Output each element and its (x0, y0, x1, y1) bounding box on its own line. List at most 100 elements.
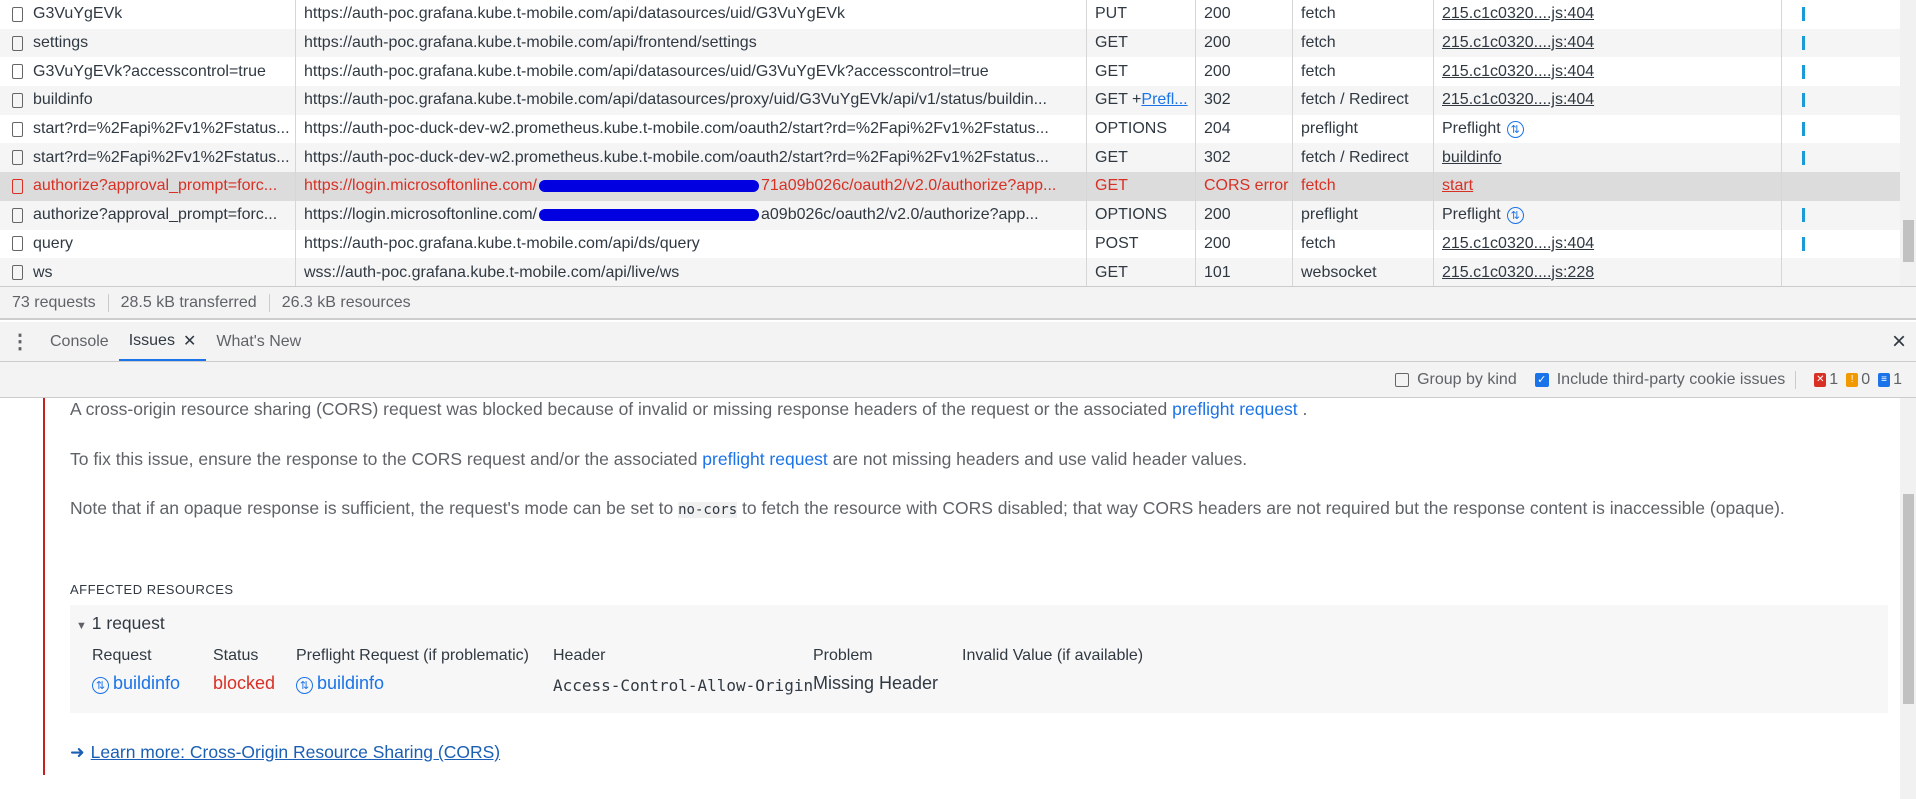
request-status: 200 (1196, 200, 1293, 230)
request-icon (12, 6, 23, 22)
requests-toggle[interactable]: ▼ 1 request (76, 613, 165, 634)
issues-toolbar: Group by kind ✓ Include third-party cook… (0, 362, 1916, 398)
request-icon (12, 207, 23, 223)
request-name[interactable]: start?rd=%2Fapi%2Fv1%2Fstatus... (0, 114, 296, 144)
request-name[interactable]: authorize?approval_prompt=forc... (0, 200, 296, 230)
network-row[interactable]: start?rd=%2Fapi%2Fv1%2Fstatus... https:/… (0, 143, 1900, 173)
network-row[interactable]: buildinfo https://auth-poc.grafana.kube.… (0, 86, 1900, 115)
waterfall-bar (1802, 93, 1805, 108)
col-status: Status (213, 647, 259, 664)
request-url: https://auth-poc.grafana.kube.t-mobile.c… (296, 57, 1087, 87)
network-scrollbar[interactable] (1900, 0, 1916, 286)
request-name[interactable]: G3VuYgEVk?accesscontrol=true (0, 57, 296, 87)
tab-issues[interactable]: Issues ✕ (118, 322, 207, 361)
waterfall-bar (1802, 236, 1805, 251)
network-row[interactable]: authorize?approval_prompt=forc... https:… (0, 200, 1900, 230)
request-icon (12, 150, 23, 166)
request-initiator: 215.c1c0320....js:404 (1434, 0, 1782, 29)
network-row[interactable]: query https://auth-poc.grafana.kube.t-mo… (0, 229, 1900, 259)
request-type: websocket (1293, 258, 1434, 287)
drawer-menu-icon[interactable]: ⋮ (0, 322, 40, 361)
request-method: PUT (1087, 0, 1196, 29)
request-initiator: start (1434, 172, 1782, 201)
preflight-request-link[interactable]: preflight request (702, 449, 828, 469)
warning-count: 0 (1861, 370, 1871, 388)
request-status: 200 (1196, 229, 1293, 259)
request-type: preflight (1293, 114, 1434, 144)
request-status: CORS error (1196, 172, 1293, 201)
group-by-kind-checkbox[interactable] (1395, 372, 1410, 387)
issues-scrollbar[interactable] (1900, 398, 1916, 799)
request-method: GET + Prefl... (1087, 86, 1196, 115)
initiator-link[interactable]: 215.c1c0320....js:228 (1442, 264, 1594, 282)
request-name[interactable]: settings (0, 28, 296, 58)
initiator-link[interactable]: 215.c1c0320....js:404 (1442, 91, 1594, 109)
close-drawer-icon[interactable]: × (1882, 322, 1916, 361)
request-type: fetch (1293, 229, 1434, 259)
initiator-link[interactable]: buildinfo (1442, 149, 1502, 167)
request-method: GET (1087, 172, 1196, 201)
tab-whats-new[interactable]: What's New (206, 322, 311, 361)
request-url: https://auth-poc.grafana.kube.t-mobile.c… (296, 86, 1087, 115)
network-row[interactable]: authorize?approval_prompt=forc... https:… (0, 172, 1900, 201)
col-preflight: Preflight Request (if problematic) (296, 647, 529, 664)
network-row[interactable]: start?rd=%2Fapi%2Fv1%2Fstatus... https:/… (0, 114, 1900, 144)
request-initiator: Preflight ⇅ (1434, 114, 1782, 144)
close-tab-icon[interactable]: ✕ (183, 331, 196, 351)
problem-value: Missing Header (813, 673, 939, 693)
issue-error-border (43, 398, 45, 775)
learn-more-link[interactable]: ➜ Learn more: Cross-Origin Resource Shari… (70, 742, 500, 763)
request-status: 200 (1196, 28, 1293, 58)
network-row[interactable]: ws wss://auth-poc.grafana.kube.t-mobile.… (0, 258, 1900, 287)
request-name[interactable]: ws (0, 258, 296, 287)
request-url: https://auth-poc.grafana.kube.t-mobile.c… (296, 0, 1087, 29)
network-row[interactable]: settings https://auth-poc.grafana.kube.t… (0, 28, 1900, 58)
request-url: wss://auth-poc.grafana.kube.t-mobile.com… (296, 258, 1087, 287)
affected-resources-heading: AFFECTED RESOURCES (70, 582, 234, 597)
request-method: GET (1087, 57, 1196, 87)
preflight-icon: ⇅ (92, 677, 109, 694)
waterfall-bar (1802, 150, 1805, 165)
request-name[interactable]: G3VuYgEVk (0, 0, 296, 29)
request-icon (12, 236, 23, 252)
request-link[interactable]: ⇅ buildinfo (92, 673, 180, 694)
waterfall (1782, 115, 1900, 144)
request-count: 73 requests (0, 293, 109, 312)
request-name[interactable]: start?rd=%2Fapi%2Fv1%2Fstatus... (0, 143, 296, 173)
include-third-party-checkbox[interactable]: ✓ (1534, 372, 1549, 387)
resources-size: 26.3 kB resources (281, 293, 411, 311)
request-initiator: Preflight ⇅ (1434, 200, 1782, 230)
transferred-size: 28.5 kB transferred (109, 293, 270, 312)
waterfall-bar (1802, 122, 1805, 137)
network-row[interactable]: G3VuYgEVk https://auth-poc.grafana.kube.… (0, 0, 1900, 29)
error-icon: ✕ (1814, 372, 1827, 387)
col-header: Header (553, 647, 606, 664)
preflight-request-link[interactable]: ⇅ buildinfo (296, 673, 384, 694)
tab-console[interactable]: Console (40, 322, 119, 361)
initiator-link[interactable]: 215.c1c0320....js:404 (1442, 235, 1594, 253)
request-url: https://auth-poc.grafana.kube.t-mobile.c… (296, 229, 1087, 259)
request-name[interactable]: query (0, 229, 296, 259)
initiator-link[interactable]: 215.c1c0320....js:404 (1442, 63, 1594, 81)
request-icon (12, 121, 23, 137)
network-row[interactable]: G3VuYgEVk?accesscontrol=true https://aut… (0, 57, 1900, 87)
request-type: fetch (1293, 57, 1434, 87)
request-type: fetch / Redirect (1293, 143, 1434, 173)
initiator-link[interactable]: 215.c1c0320....js:404 (1442, 5, 1594, 23)
request-name[interactable]: buildinfo (0, 86, 296, 115)
request-initiator: 215.c1c0320....js:404 (1434, 28, 1782, 58)
waterfall (1782, 258, 1900, 287)
initiator-link[interactable]: start (1442, 177, 1473, 195)
request-initiator: 215.c1c0320....js:404 (1434, 57, 1782, 87)
warning-icon: ! (1846, 372, 1859, 387)
request-name[interactable]: authorize?approval_prompt=forc... (0, 172, 296, 201)
initiator-link[interactable]: 215.c1c0320....js:404 (1442, 34, 1594, 52)
waterfall (1782, 230, 1900, 259)
preflight-link[interactable]: Prefl... (1141, 91, 1187, 109)
waterfall (1782, 29, 1900, 58)
preflight-request-link[interactable]: preflight request (1172, 399, 1298, 419)
no-cors-code: no-cors (678, 502, 738, 518)
request-status: 302 (1196, 86, 1293, 115)
network-request-table: G3VuYgEVk https://auth-poc.grafana.kube.… (0, 0, 1900, 287)
redaction-mark (539, 209, 759, 222)
